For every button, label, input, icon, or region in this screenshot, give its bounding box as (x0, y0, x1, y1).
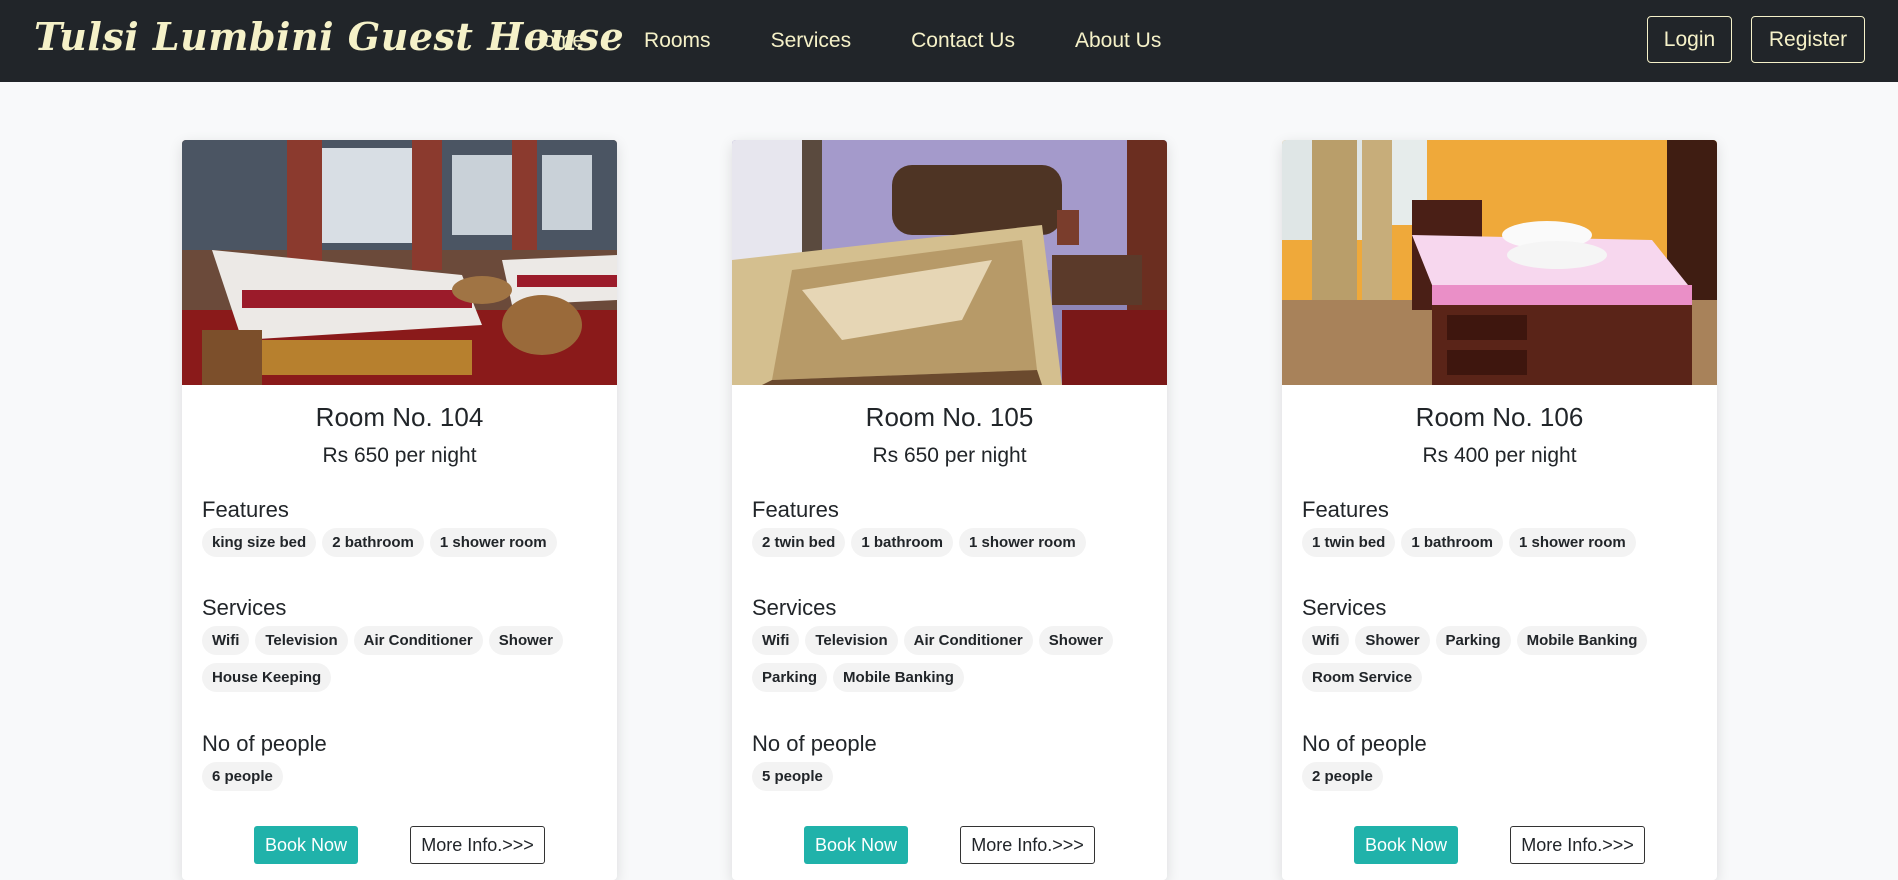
more-info-button[interactable]: More Info.>>> (960, 826, 1095, 864)
services-list: Wifi Television Air Conditioner Shower P… (752, 626, 1152, 700)
service-chip: Room Service (1302, 663, 1423, 692)
feature-chip: 1 bathroom (851, 528, 954, 557)
room-photo (1282, 140, 1717, 385)
book-now-button[interactable]: Book Now (1354, 826, 1458, 864)
room-photo (732, 140, 1167, 385)
nav-links: Home Rooms Services Contact Us About Us (528, 0, 1221, 82)
service-chip: Shower (1038, 626, 1113, 655)
services-list: Wifi Television Air Conditioner Shower H… (202, 626, 602, 700)
services-heading: Services (752, 595, 837, 620)
service-chip: Air Conditioner (903, 626, 1033, 655)
nav-link-services[interactable]: Services (771, 29, 852, 53)
service-chip: Wifi (752, 626, 800, 655)
people-heading: No of people (752, 731, 877, 756)
service-chip: Wifi (202, 626, 250, 655)
feature-chip: 1 bathroom (1401, 528, 1504, 557)
services-heading: Services (202, 595, 287, 620)
people-heading: No of people (202, 731, 327, 756)
room-card: Room No. 105 Rs 650 per night Features 2… (732, 140, 1167, 880)
feature-chip: king size bed (202, 528, 317, 557)
room-price: Rs 650 per night (872, 444, 1027, 467)
nav-link-about[interactable]: About Us (1075, 29, 1161, 53)
login-button[interactable]: Login (1647, 16, 1732, 63)
features-heading: Features (752, 497, 839, 522)
room-card: Room No. 106 Rs 400 per night Features 1… (1282, 140, 1717, 880)
people-chip: 2 people (1302, 762, 1383, 791)
service-chip: Television (255, 626, 348, 655)
feature-chip: 1 shower room (959, 528, 1086, 557)
nav-link-rooms[interactable]: Rooms (644, 29, 711, 53)
service-chip: Mobile Banking (1516, 626, 1648, 655)
feature-chip: 1 shower room (1509, 528, 1636, 557)
room-card: Room No. 104 Rs 650 per night Features k… (182, 140, 617, 880)
more-info-button[interactable]: More Info.>>> (410, 826, 545, 864)
service-chip: Parking (752, 663, 828, 692)
book-now-button[interactable]: Book Now (804, 826, 908, 864)
service-chip: Shower (1355, 626, 1430, 655)
navbar: Tulsi Lumbini Guest House Home Rooms Ser… (0, 0, 1898, 82)
nav-link-home[interactable]: Home (528, 29, 584, 53)
service-chip: Shower (488, 626, 563, 655)
room-price: Rs 400 per night (1422, 444, 1577, 467)
people-list: 6 people (202, 762, 602, 799)
room-price: Rs 650 per night (322, 444, 477, 467)
people-heading: No of people (1302, 731, 1427, 756)
features-list: king size bed 2 bathroom 1 shower room (202, 528, 602, 565)
service-chip: House Keeping (202, 663, 332, 692)
room-title: Room No. 106 (1415, 402, 1584, 432)
people-chip: 6 people (202, 762, 283, 791)
features-heading: Features (1302, 497, 1389, 522)
services-list: Wifi Shower Parking Mobile Banking Room … (1302, 626, 1702, 700)
service-chip: Air Conditioner (353, 626, 483, 655)
service-chip: Mobile Banking (833, 663, 964, 692)
room-title: Room No. 105 (865, 402, 1034, 432)
features-heading: Features (202, 497, 289, 522)
feature-chip: 2 twin bed (752, 528, 846, 557)
service-chip: Parking (1435, 626, 1511, 655)
services-heading: Services (1302, 595, 1387, 620)
feature-chip: 1 shower room (429, 528, 557, 557)
people-list: 5 people (752, 762, 1152, 799)
room-title: Room No. 104 (315, 402, 484, 432)
book-now-button[interactable]: Book Now (254, 826, 358, 864)
people-chip: 5 people (752, 762, 833, 791)
more-info-button[interactable]: More Info.>>> (1510, 826, 1645, 864)
feature-chip: 2 bathroom (322, 528, 424, 557)
features-list: 1 twin bed 1 bathroom 1 shower room (1302, 528, 1702, 565)
register-button[interactable]: Register (1751, 16, 1865, 63)
feature-chip: 1 twin bed (1302, 528, 1396, 557)
service-chip: Television (805, 626, 898, 655)
people-list: 2 people (1302, 762, 1702, 799)
features-list: 2 twin bed 1 bathroom 1 shower room (752, 528, 1152, 565)
service-chip: Wifi (1302, 626, 1350, 655)
room-photo (182, 140, 617, 385)
nav-link-contact[interactable]: Contact Us (911, 29, 1015, 53)
